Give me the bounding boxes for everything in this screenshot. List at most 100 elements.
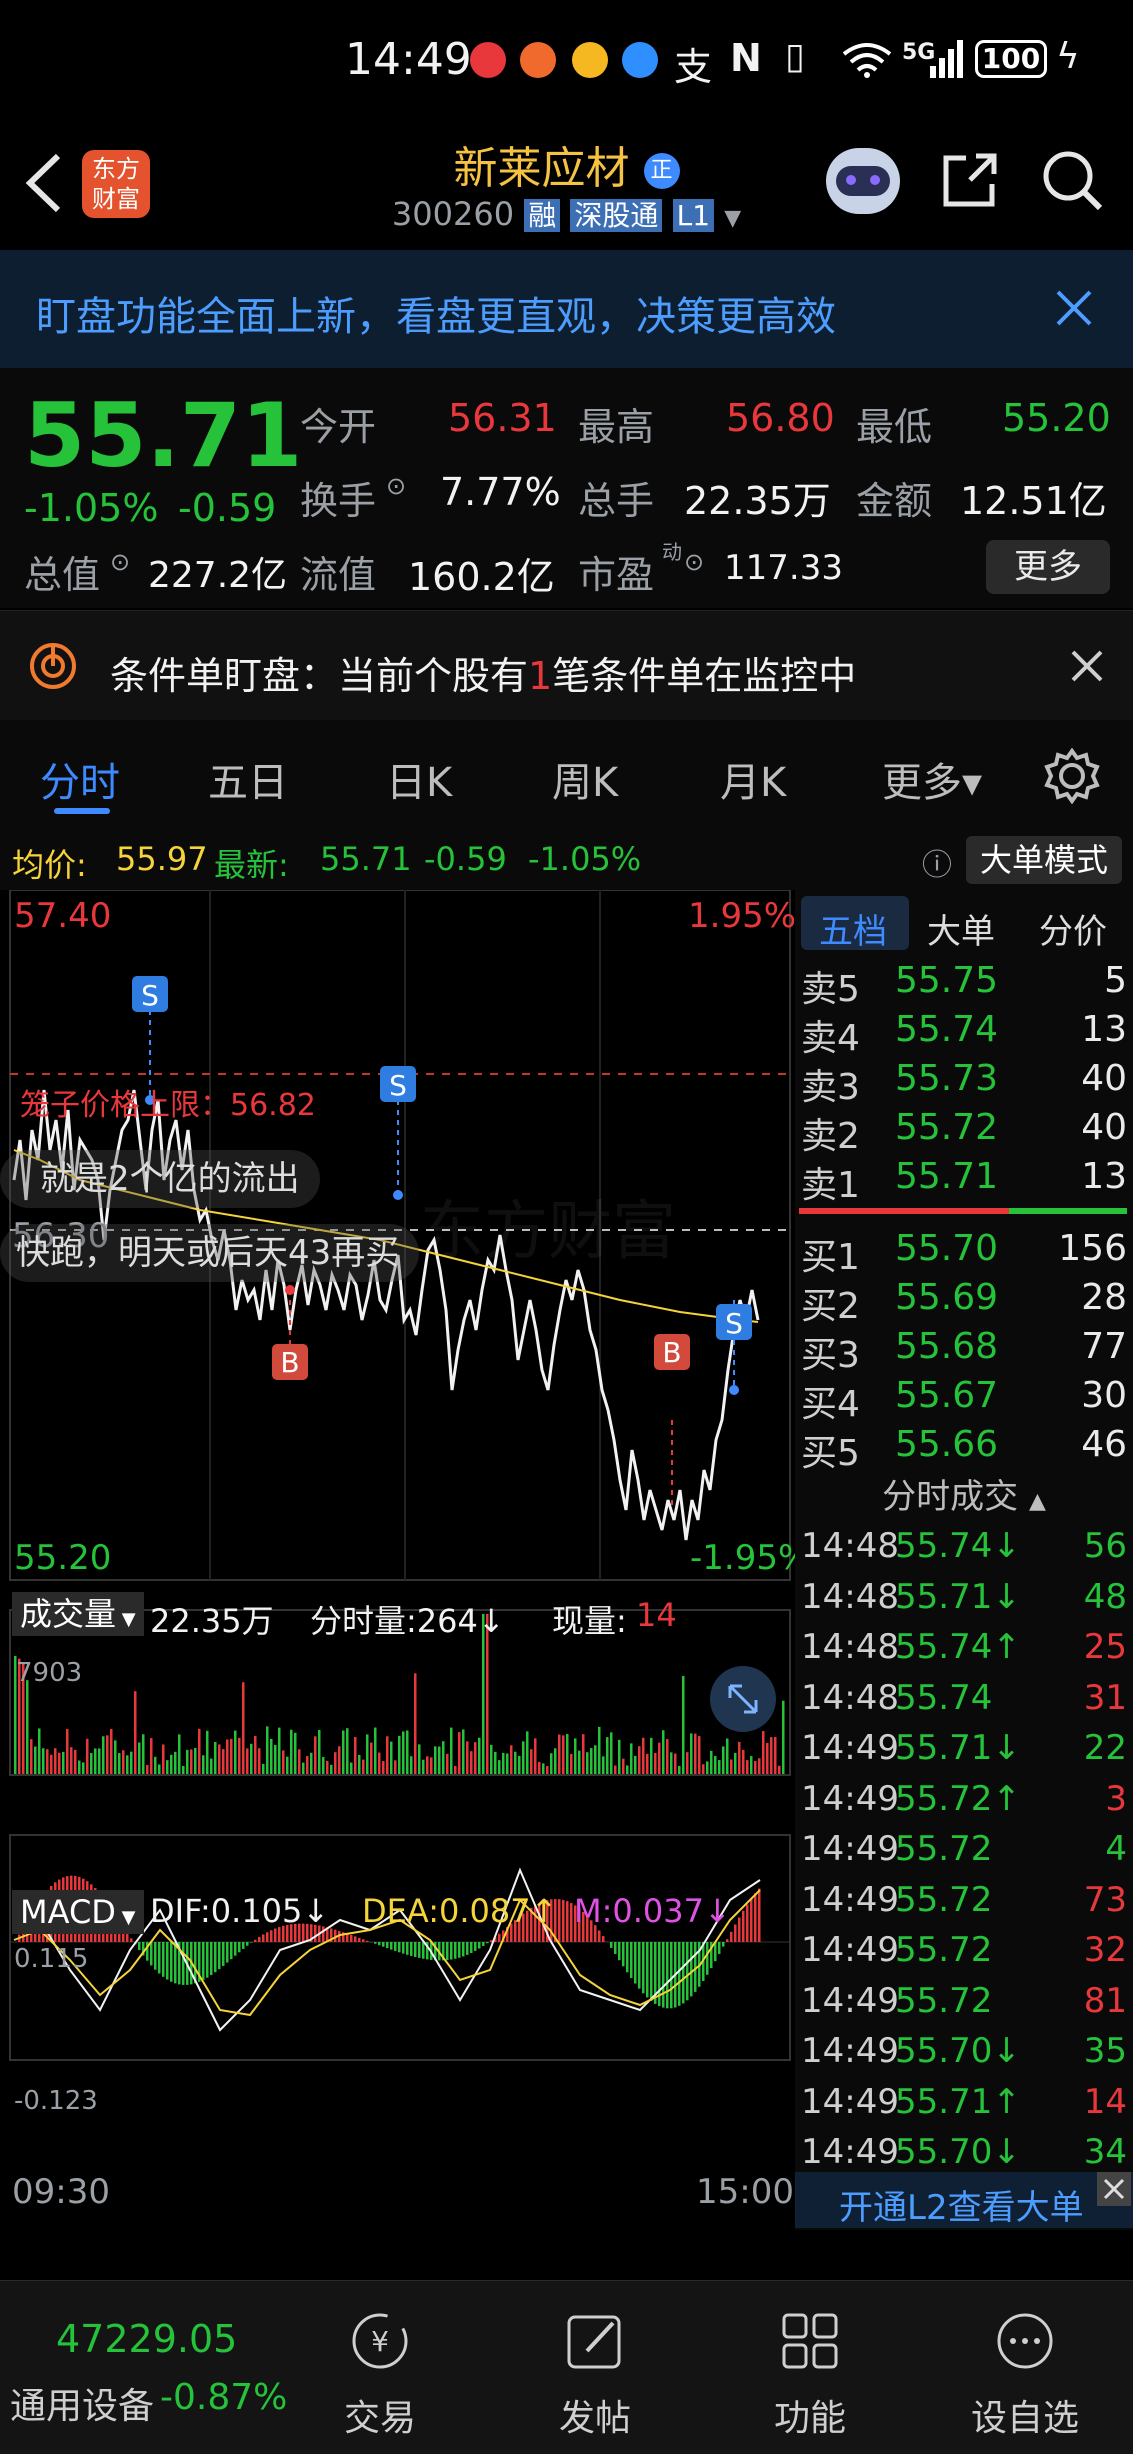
level-price: 55.72 [895,1107,998,1148]
trade-row: 14:4855.7431 [795,1678,1133,1728]
nav-trade[interactable]: ¥ 交易 [280,2281,480,2454]
volume-bar [306,1756,309,1774]
volume-bar [710,1751,713,1774]
macd-selector-label: MACD [20,1893,116,1931]
target-icon [28,641,78,691]
nav-post-label: 发帖 [495,2389,695,2441]
trade-price: 55.70↓ [895,2132,1021,2172]
close-icon[interactable] [1097,2172,1131,2206]
index-widget[interactable]: 47229.05 通用设备 -0.87% [0,2281,300,2454]
subtab-big-order[interactable]: 大单 [927,904,995,953]
svg-text:¥: ¥ [371,2325,389,2358]
condition-alert[interactable]: 条件单盯盘：当前个股有1笔条件单在监控中 [0,610,1133,722]
intraday-chart-area[interactable]: S S S B B 57.40 1.95% 56.30 笼子价格上限：56.82… [0,890,795,2230]
tab-more[interactable]: 更多▾ [882,750,982,808]
macd-bar [154,1942,157,1970]
sell-marker-label: S [725,1307,743,1340]
gear-icon[interactable] [1044,748,1100,804]
macd-bar [462,1942,465,1956]
volume-bar [458,1732,461,1774]
tab-five-day[interactable]: 五日 [208,750,288,808]
volume-bar [86,1739,89,1774]
expand-icon[interactable] [710,1666,776,1732]
macd-bar [690,1942,693,1996]
feature-banner[interactable]: 盯盘功能全面上新，看盘更直观，决策更高效 [0,250,1133,368]
nav-functions[interactable]: 功能 [710,2281,910,2454]
volume-bar [722,1746,725,1774]
subtab-level5[interactable]: 五档 [819,904,887,953]
trade-row: 14:4955.71↑14 [795,2082,1133,2132]
volume-bar [298,1749,301,1774]
level-label: 卖1 [801,1156,860,1208]
volume-bar [194,1748,197,1774]
info-icon[interactable]: ⊙ [386,472,406,500]
comment-bubble: 快跑，明天或后天43再买 [0,1224,419,1282]
volume-bar [630,1743,633,1774]
level-price: 55.68 [895,1326,998,1367]
help-icon[interactable]: ⓘ [922,840,952,884]
volume-bar [590,1748,593,1774]
close-icon[interactable] [1070,649,1104,683]
active-tab-indicator [54,808,110,814]
l2-link[interactable]: 开通L2查看大单 [839,2180,1084,2229]
share-icon[interactable] [940,150,1000,210]
volume-bar [570,1754,573,1774]
orderbook-row: 买155.70156 [795,1228,1133,1276]
volume-bar [638,1746,641,1774]
l2-promo[interactable]: 开通L2查看大单 [795,2172,1133,2228]
volume-bar [350,1763,353,1774]
trade-time: 14:49 [801,1880,899,1920]
more-button[interactable]: 更多 [986,540,1110,594]
macd-bar [206,1942,209,1978]
macd-bar [358,1938,361,1942]
tab-weekly-k[interactable]: 周K [552,750,618,808]
trades-title[interactable]: 分时成交 ▲ [795,1472,1133,1522]
volume-bar [446,1754,449,1774]
trade-volume: 32 [1084,1930,1127,1970]
volume-bar [158,1765,161,1774]
tab-monthly-k[interactable]: 月K [720,750,786,808]
trade-row: 14:4955.7273 [795,1880,1133,1930]
macd-bar [394,1942,397,1951]
chevron-down-icon: ▼ [116,1907,136,1928]
volume-bar [162,1745,165,1774]
volume-bar [198,1729,201,1774]
comment-text: 就是2个亿的流出 [40,1159,300,1199]
volume-bar [338,1746,341,1774]
cell-signal-icon [930,40,964,78]
search-icon[interactable] [1040,148,1104,212]
macd-dif: DIF:0.105↓ [150,1892,329,1930]
connect-badge: 深股通 [570,199,662,232]
macd-bar [214,1942,217,1972]
macd-indicator-selector[interactable]: MACD ▼ [12,1890,144,1934]
volume-bar [66,1729,69,1774]
close-icon[interactable] [1054,288,1094,328]
tab-daily-k[interactable]: 日K [386,750,452,808]
volume-bar [762,1731,765,1774]
nav-watchlist-settings[interactable]: 设自选 [925,2281,1125,2454]
subtab-price-dist[interactable]: 分价 [1039,904,1107,953]
last-price: 55.71 [24,384,302,487]
macd-bar [386,1942,389,1948]
macd-bar [566,1901,569,1942]
robot-assistant-icon[interactable] [826,148,900,214]
volume-bar [558,1735,561,1774]
volume-bar [174,1752,177,1774]
info-icon[interactable]: ⊙ [684,548,704,576]
tab-intraday[interactable]: 分时 [40,750,120,808]
macd-bar [466,1942,469,1955]
macd-bar [570,1903,573,1942]
chart-bottom-price: 55.20 [14,1538,111,1578]
trade-time: 14:49 [801,2082,899,2122]
orderbook-row: 买455.6730 [795,1375,1133,1423]
volume-indicator-selector[interactable]: 成交量 ▼ [12,1592,144,1636]
info-icon[interactable]: ⊙ [110,548,130,576]
orderbook-row: 卖155.7113 [795,1156,1133,1204]
volume-bar [698,1736,701,1774]
macd-bar [598,1930,601,1942]
volume-bar [258,1748,261,1774]
macd-bar [234,1942,237,1956]
big-order-mode-button[interactable]: 大单模式 [966,836,1122,884]
nav-post[interactable]: 发帖 [495,2281,695,2454]
macd-bar [182,1942,185,1985]
